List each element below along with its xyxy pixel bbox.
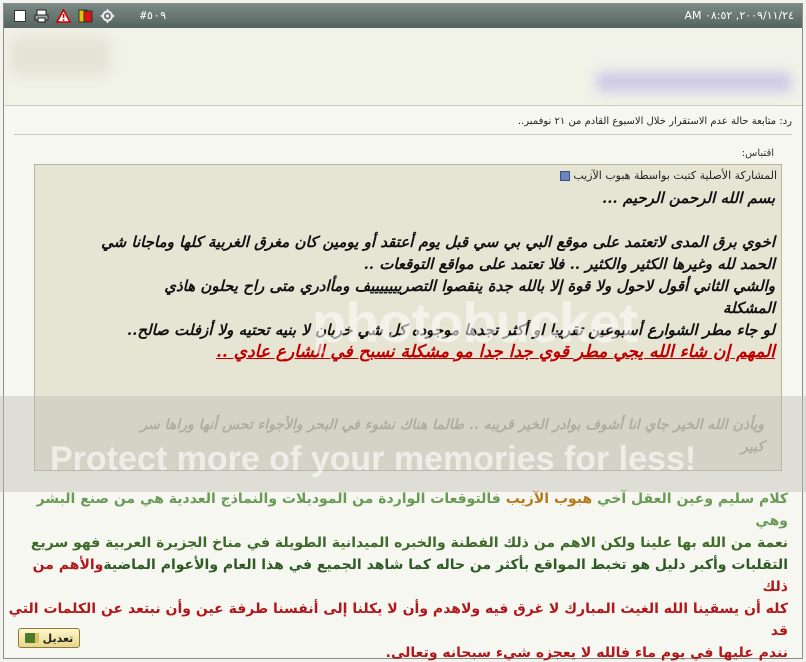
settings-icon[interactable] <box>100 8 115 23</box>
reply-body: كلام سليم وعين العقل آخي هبوب الآزيب فال… <box>8 488 788 662</box>
blurred-avatar <box>10 36 110 76</box>
quote-origin-text: المشاركة الأصلية كتبت بواسطة هبوب الآزيب <box>573 169 777 182</box>
quote-caption: اقتباس: <box>741 148 774 159</box>
print-icon[interactable] <box>34 8 49 23</box>
user-info-bar <box>4 28 802 106</box>
blurred-user-info <box>596 72 792 92</box>
post-title: رد: متابعة حالة عدم الاستقرار خلال الاسب… <box>517 116 792 127</box>
reply-line: التقلبات وأكبر دليل هو تخبط المواقع بأكث… <box>8 554 788 598</box>
reply-text: كلام سليم وعين العقل آخي <box>597 491 788 507</box>
edit-icon <box>24 633 39 643</box>
post-header: #٥٠٩ ٢٠٠٩/١١/٢٤, ٠٨:٥٢ AM <box>4 4 802 28</box>
reply-line: كلام سليم وعين العقل آخي هبوب الآزيب فال… <box>8 488 788 532</box>
post-number[interactable]: #٥٠٩ <box>140 9 167 22</box>
post-tools <box>12 8 115 23</box>
checkbox-icon[interactable] <box>12 8 27 23</box>
edit-button-label: تعديل <box>42 631 74 645</box>
edit-button[interactable]: تعديل <box>18 628 80 648</box>
quote-line: بسم الله الرحمن الرحيم ... <box>601 189 775 207</box>
reply-line: نعمة من الله بها علينا ولكن الاهم من ذلك… <box>30 535 788 551</box>
card-icon[interactable] <box>78 8 93 23</box>
mentioned-user: هبوب الآزيب <box>505 491 593 507</box>
reply-line: كله أن يسقينا الله الغيث المبارك لا غرق … <box>8 601 788 639</box>
quote-line: اخوي برق المدى لاتعتمد على موقع البي بي … <box>101 233 775 251</box>
watermark-text: Protect more of your memories for less! <box>50 440 697 478</box>
quote-line: الحمد لله وغيرها الكثير والكثير .. فلا ت… <box>363 255 775 273</box>
report-icon[interactable] <box>56 8 71 23</box>
view-post-icon[interactable] <box>559 171 570 181</box>
divider <box>14 134 792 135</box>
reply-text: التقلبات وأكبر دليل هو تخبط المواقع بأكث… <box>103 557 788 573</box>
reply-line: نندم عليها في يوم ماء فالله لا يعجزه شيء… <box>385 645 788 661</box>
watermark-logo: photobucket <box>312 291 638 354</box>
quote-origin: المشاركة الأصلية كتبت بواسطة هبوب الآزيب <box>556 169 777 182</box>
post-date: ٢٠٠٩/١١/٢٤, ٠٨:٥٢ AM <box>684 9 794 22</box>
